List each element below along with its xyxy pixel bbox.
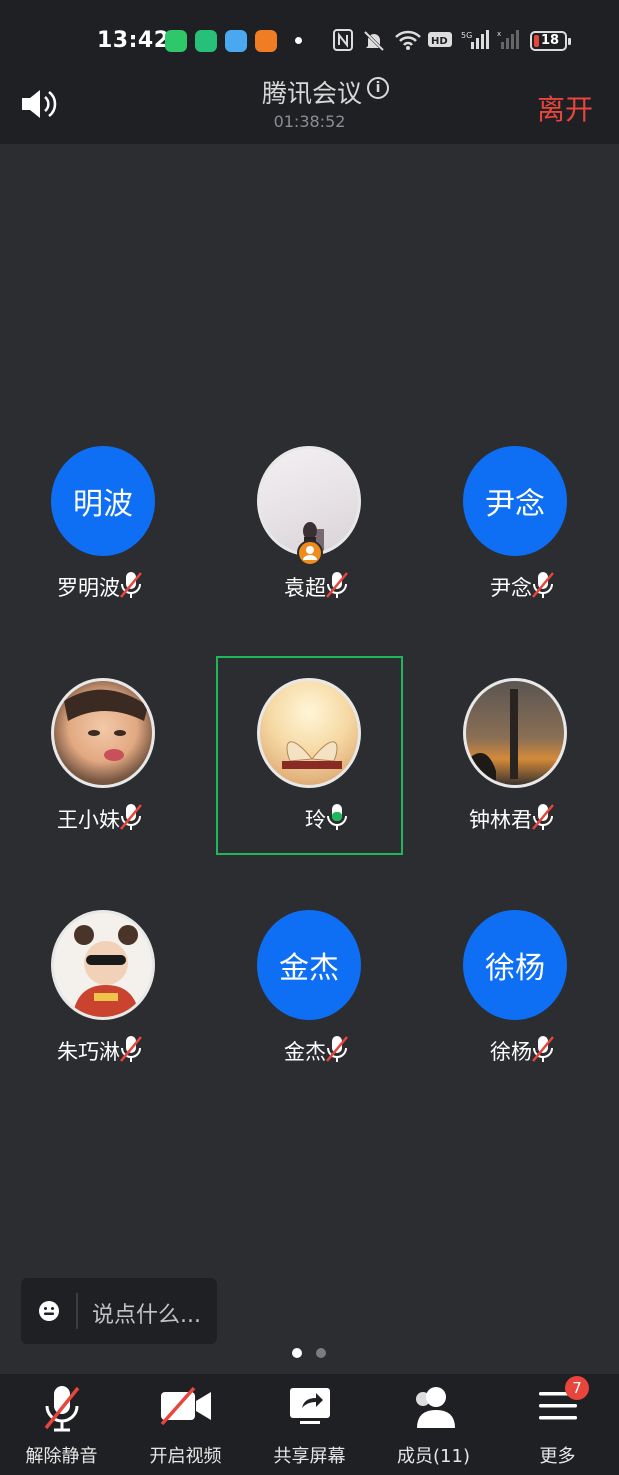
status-bar: 13:42 HD 5G x 18	[0, 0, 619, 78]
svg-text:HD: HD	[431, 36, 448, 47]
browser-app-icon	[225, 30, 247, 52]
chat-placeholder: 说点什么...	[92, 1303, 201, 1328]
avatar: 明波	[51, 446, 155, 556]
participant-tile[interactable]: 钟林君	[412, 678, 618, 878]
participant-name: 玲	[305, 808, 326, 832]
members-icon	[372, 1384, 495, 1430]
signal-sim2-icon: x	[497, 29, 523, 51]
avatar: 金杰	[257, 910, 361, 1020]
avatar: 尹念	[463, 446, 567, 556]
more-notifications-icon	[295, 37, 302, 44]
mic-muted-icon	[118, 802, 144, 836]
share-screen-button[interactable]: 共享屏幕	[248, 1374, 371, 1475]
leave-button[interactable]: 离开	[537, 88, 593, 128]
participant-tile[interactable]: 明波 罗明波	[0, 446, 206, 646]
meeting-timer: 01:38:52	[273, 112, 346, 131]
avatar	[51, 910, 155, 1020]
mic-muted-icon	[118, 1034, 144, 1068]
participant-tile[interactable]: 王小妹	[0, 678, 206, 878]
unmute-button[interactable]: 解除静音	[0, 1374, 123, 1475]
more-button[interactable]: 更多	[496, 1374, 619, 1475]
meeting-screen: 13:42 HD 5G x 18 腾讯会议 i 01:38:52 离开 明波 罗…	[0, 0, 619, 1475]
participant-name: 朱巧淋	[57, 1040, 120, 1064]
mic-off-icon	[0, 1384, 123, 1432]
mic-active-icon	[324, 802, 350, 836]
avatar	[257, 678, 361, 788]
participant-tile[interactable]: 朱巧淋	[0, 910, 206, 1110]
info-icon[interactable]: i	[367, 77, 389, 99]
more-label: 更多	[539, 1446, 576, 1467]
signal-5g-icon: 5G	[461, 29, 491, 51]
start-video-label: 开启视频	[149, 1446, 222, 1467]
mic-muted-icon	[324, 1034, 350, 1068]
page-indicator-active[interactable]	[292, 1348, 302, 1358]
more-badge: 7	[565, 1376, 589, 1400]
battery-icon: 18	[530, 31, 571, 51]
meeting-title: 腾讯会议	[262, 79, 363, 108]
participant-tile[interactable]: 金杰 金杰	[206, 910, 412, 1110]
avatar	[463, 678, 567, 788]
participant-name: 王小妹	[57, 808, 120, 832]
share-screen-label: 共享屏幕	[273, 1446, 346, 1467]
mute-bell-icon	[362, 29, 386, 53]
participant-name: 金杰	[284, 1040, 326, 1064]
participant-tile[interactable]: 徐杨 徐杨	[412, 910, 618, 1110]
app-notification-icon	[195, 30, 217, 52]
hand-app-icon	[255, 30, 277, 52]
nfc-icon	[333, 29, 353, 51]
hd-icon: HD	[427, 29, 453, 49]
participant-name: 罗明波	[57, 576, 120, 600]
wifi-icon	[395, 29, 421, 51]
chat-divider	[76, 1293, 78, 1329]
menu-icon	[496, 1384, 619, 1424]
page-indicator[interactable]	[316, 1348, 326, 1358]
mic-muted-icon	[530, 570, 556, 604]
members-label: 成员(11)	[397, 1446, 470, 1467]
unmute-label: 解除静音	[25, 1446, 98, 1467]
participant-tile[interactable]: 玲	[206, 678, 412, 878]
avatar: 徐杨	[463, 910, 567, 1020]
chat-input[interactable]: 说点什么...	[21, 1278, 217, 1344]
participant-name: 尹念	[490, 576, 532, 600]
meeting-header: 腾讯会议 i 01:38:52 离开	[0, 77, 619, 144]
emoji-icon[interactable]	[38, 1300, 60, 1326]
bottom-toolbar: 解除静音 开启视频 共享屏幕 成员(11) 更多	[0, 1374, 619, 1475]
mic-muted-icon	[530, 802, 556, 836]
status-time: 13:42	[97, 28, 170, 53]
mic-muted-icon	[530, 1034, 556, 1068]
mic-muted-icon	[118, 570, 144, 604]
share-screen-icon	[248, 1384, 371, 1428]
avatar	[51, 678, 155, 788]
svg-text:5G: 5G	[461, 31, 472, 40]
start-video-button[interactable]: 开启视频	[124, 1374, 247, 1475]
participant-name: 钟林君	[469, 808, 532, 832]
mic-muted-icon	[324, 570, 350, 604]
video-off-icon	[124, 1384, 247, 1428]
wechat-app-icon	[165, 30, 187, 52]
members-button[interactable]: 成员(11)	[372, 1374, 495, 1475]
participant-tile[interactable]: 尹念 尹念	[412, 446, 618, 646]
participant-name: 袁超	[284, 576, 326, 600]
svg-text:x: x	[497, 30, 501, 38]
host-badge-icon	[297, 540, 323, 566]
participant-name: 徐杨	[490, 1040, 532, 1064]
